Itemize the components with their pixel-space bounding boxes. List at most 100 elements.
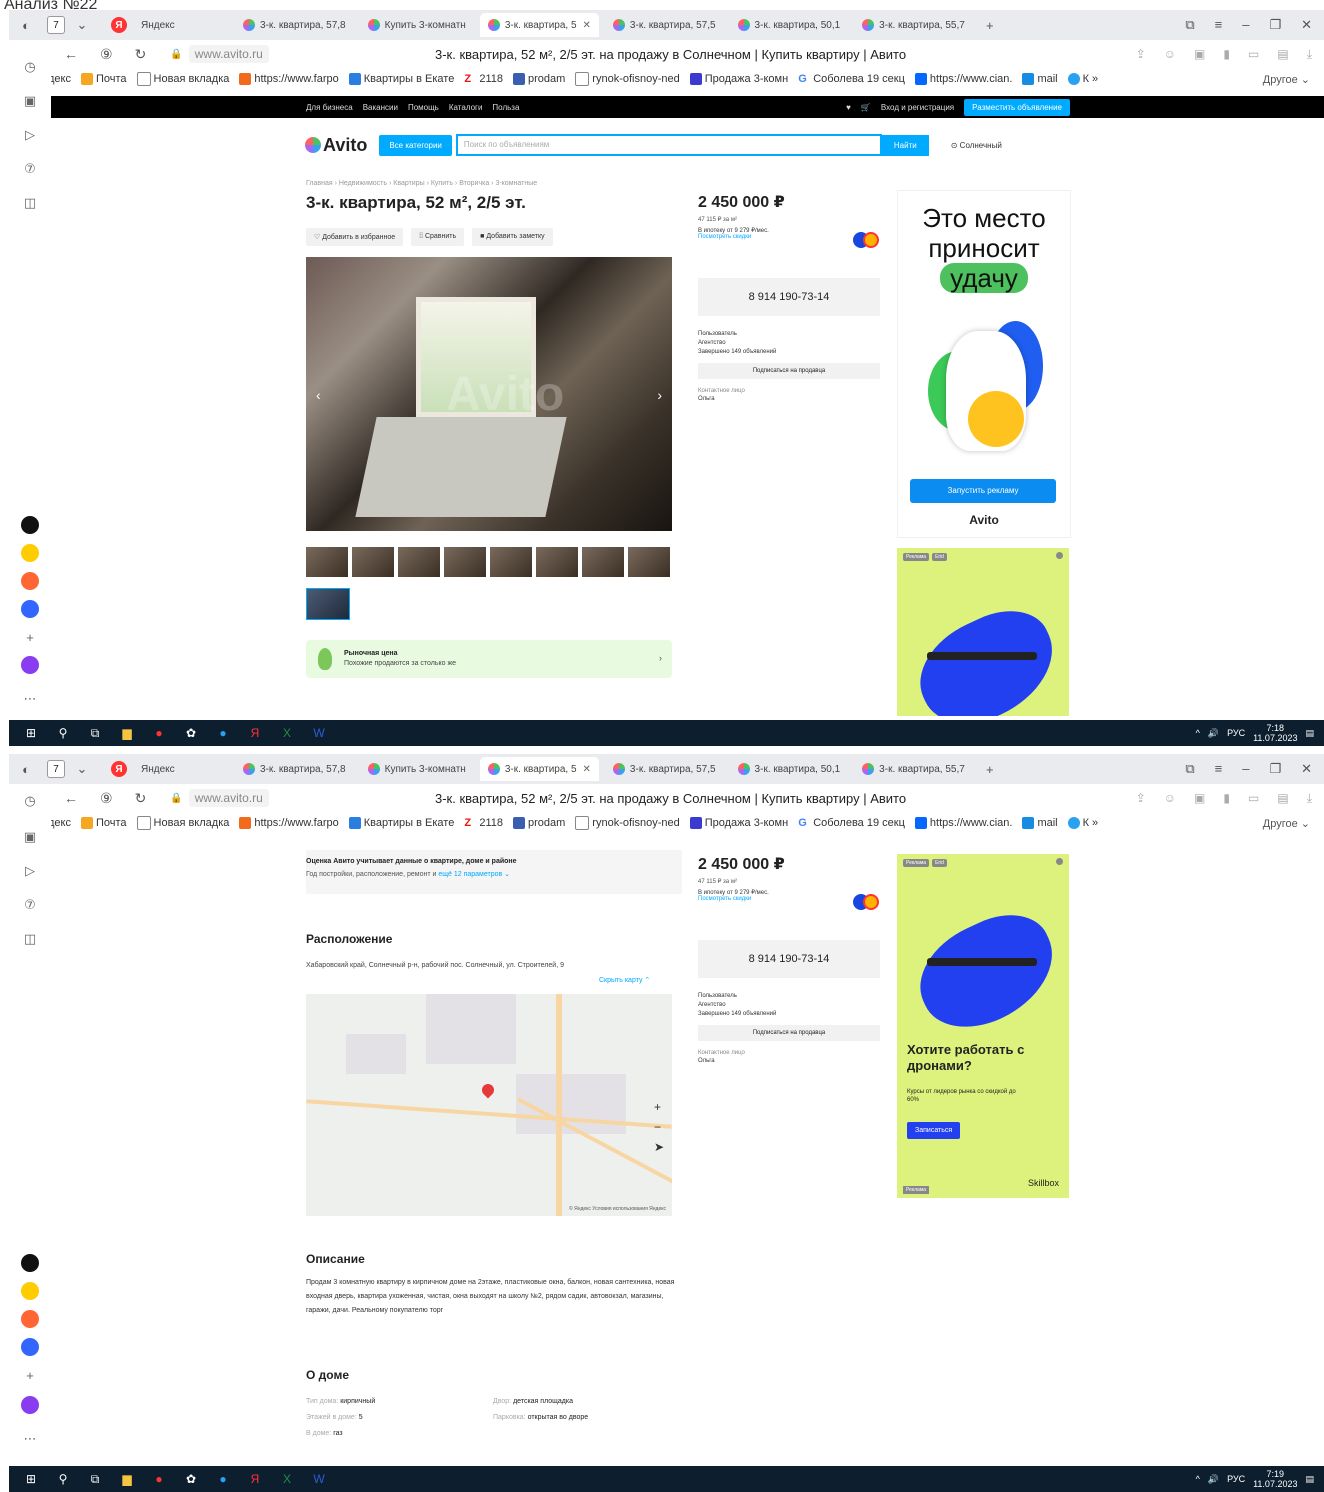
calendar-icon[interactable]: ⑦ [21,160,39,178]
chevron-down-icon[interactable]: ⌄ [71,14,93,36]
clock[interactable]: 7:18 11.07.2023 [1253,723,1297,743]
link-help[interactable]: Помощь [408,103,439,112]
task-view-icon[interactable]: ⧉ [85,1470,105,1488]
bookmark-12[interactable]: К » [1067,73,1098,85]
main-photo[interactable]: Avito ‹ › [306,257,672,531]
clock[interactable]: 7:19 11.07.2023 [1253,1469,1297,1489]
yandex-browser-icon[interactable]: ● [149,1470,169,1488]
link-business[interactable]: Для бизнеса [306,103,353,112]
tab-count[interactable]: 7 [47,16,65,34]
app-mail-icon[interactable] [21,1310,39,1328]
download-icon[interactable]: ⤓ [1307,791,1312,806]
share-icon[interactable]: ⇪ [1136,47,1146,62]
bookmark-10[interactable]: https://www.cian. [914,817,1012,829]
bookmark-3[interactable]: https://www.farpo [239,73,339,85]
tab-1[interactable]: 3-к. квартира, 57,8 [235,757,354,781]
location-map[interactable]: + − ➤ © Яндекс Условия использования Янд… [306,994,672,1216]
add-app-icon[interactable]: + [21,628,39,646]
bookmark-4[interactable]: Квартиры в Екате [348,73,454,85]
notifications-icon[interactable]: ▤ [1305,728,1314,739]
bookmark-12[interactable]: К » [1067,817,1098,829]
bookmark-1[interactable]: Почта [81,817,127,829]
tab-4[interactable]: 3-к. квартира, 57,5 [605,13,724,37]
share-icon[interactable]: ⇪ [1136,791,1146,806]
next-photo-icon[interactable]: › [657,387,662,403]
close-window-icon[interactable]: ✕ [1301,17,1312,33]
notifications-icon[interactable]: ▤ [1305,1474,1314,1485]
page-title[interactable]: 3-к. квартира, 52 м², 2/5 эт. на продажу… [435,47,906,62]
thumbnail[interactable] [306,547,348,577]
download-icon[interactable]: ⤓ [1307,47,1312,62]
restore-icon[interactable]: ❐ [1269,761,1281,777]
windows-start-icon[interactable]: ⊞ [21,1470,41,1488]
extensions-icon[interactable]: ▣ [1194,791,1205,806]
lock-icon[interactable]: 🔒 [170,49,182,60]
edge-icon[interactable]: ● [213,1470,233,1488]
tab-5[interactable]: 3-к. квартира, 50,1 [730,13,849,37]
thumbnail[interactable] [536,547,578,577]
back-icon[interactable]: ← [64,46,78,63]
hide-map-link[interactable]: Скрыть карту ⌃ [599,976,650,984]
thumbnail[interactable] [628,547,670,577]
map-copyright[interactable]: © Яндекс Условия использования Яндекс [569,1206,666,1212]
bookmark-6[interactable]: prodam [513,73,565,85]
lang-indicator[interactable]: РУС [1227,1474,1245,1484]
bookmark-3[interactable]: https://www.farpo [239,817,339,829]
favorites-heart-icon[interactable]: ♥ [846,103,851,112]
app-mail-icon[interactable] [21,572,39,590]
avito-logo[interactable]: Avito [305,135,367,156]
bookmark-5[interactable]: Z 2118 [464,73,503,85]
bookmark-2[interactable]: Новая вкладка [136,72,229,86]
yandex-icon[interactable]: Я [245,1470,265,1488]
bookmark-7[interactable]: rynok-ofisnoy-ned [575,816,680,830]
url-field[interactable]: www.avito.ru [188,45,269,63]
menu-icon[interactable]: ≡ [1215,17,1223,33]
tab-yandex[interactable]: Яндекс [133,757,229,781]
bookmark-9[interactable]: G Соболева 19 секц [798,817,905,829]
add-app-icon[interactable]: + [21,1366,39,1384]
profile-icon[interactable]: ◐ [15,14,37,36]
prev-photo-icon[interactable]: ‹ [316,387,321,403]
phone-button[interactable]: 8 914 190-73-14 [698,940,880,978]
bookmark-8[interactable]: Продажа 3-комн [689,73,788,85]
alice-icon[interactable] [21,1396,39,1414]
collections-icon[interactable]: ⧉ [1185,17,1194,33]
thumbnail[interactable] [582,547,624,577]
chevron-down-icon[interactable]: ⌄ [71,758,93,780]
bookmark-9[interactable]: G Соболева 19 секц [798,73,905,85]
bookmark-icon[interactable]: ▮ [1223,47,1230,62]
bookmark-11[interactable]: mail [1022,73,1058,85]
reader-icon[interactable]: ☺ [1164,47,1176,62]
post-ad-button[interactable]: Разместить объявление [964,98,1070,116]
screenshot-icon[interactable]: ◫ [21,194,39,212]
task-view-icon[interactable]: ⧉ [85,724,105,742]
zoom-in-icon[interactable]: + [654,1100,664,1114]
ad-info-icon[interactable] [1056,858,1063,865]
subscribe-seller-button[interactable]: Подписаться на продавца [698,363,880,379]
app-plus-icon[interactable] [21,516,39,534]
tray-arrow-icon[interactable]: ^ [1196,1474,1200,1484]
sidebar-icon[interactable]: ▤ [1277,47,1288,62]
app-messenger-icon[interactable] [21,600,39,618]
app-icon[interactable]: ✿ [181,1470,201,1488]
add-note-button[interactable]: ■ Добавить заметку [472,228,553,246]
phone-button[interactable]: 8 914 190-73-14 [698,278,880,316]
bookmark-11[interactable]: mail [1022,817,1058,829]
alice-icon[interactable] [21,656,39,674]
more-icon[interactable]: ⋯ [21,690,39,708]
close-window-icon[interactable]: ✕ [1301,761,1312,777]
location-selector[interactable]: ⊙ Солнечный [951,141,1002,150]
bookmark-7[interactable]: rynok-ofisnoy-ned [575,72,680,86]
play-icon[interactable]: ▷ [21,126,39,144]
word-icon[interactable]: W [309,1470,329,1488]
estimate-more-link[interactable]: ещё 12 параметров ⌄ [438,871,510,878]
skillbox-ad-banner[interactable]: Реклама Erid Хотите работать с дронами? К… [897,854,1069,1198]
app-icon[interactable]: ✿ [181,724,201,742]
speaker-icon[interactable]: 🔊 [1208,1474,1219,1485]
bookmark-10[interactable]: https://www.cian. [914,73,1012,85]
explorer-icon[interactable]: ▆ [117,1470,137,1488]
collections-icon[interactable]: ⧉ [1185,761,1194,777]
search-icon[interactable]: ⚲ [53,1470,73,1488]
battery-icon[interactable]: ▭ [1248,47,1259,62]
play-icon[interactable]: ▷ [21,862,39,880]
